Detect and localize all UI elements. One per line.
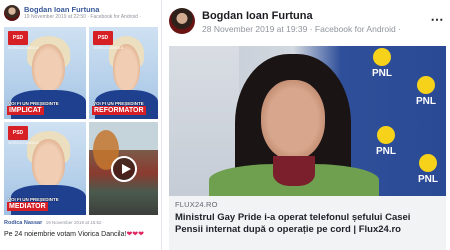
campaign-photo-implicat[interactable]: PSD VIORICA DANCILA VOI FI UN PREȘEDINTE… <box>4 27 86 119</box>
comment-meta[interactable]: 19 November 2019 at 15:52 · <box>46 220 105 225</box>
pnl-logo: PNL <box>369 126 403 166</box>
post-meta[interactable]: 19 November 2019 at 22:50 · Facebook for… <box>24 14 141 20</box>
pnl-logo: PNL <box>411 154 445 194</box>
link-domain: FLUX24.RO <box>175 200 218 209</box>
left-post-header: Bogdan Ioan Furtuna 19 November 2019 at … <box>4 5 160 23</box>
campaign-photo-mediator[interactable]: PSD VIORICA DANCILA VOI FI UN PREȘEDINTE… <box>4 122 86 215</box>
photo-grid: PSD VIORICA DANCILA VOI FI UN PREȘEDINTE… <box>4 27 158 215</box>
comment-text: Pe 24 noiembrie votam Viorica Dancila! <box>4 231 127 238</box>
link-caption[interactable]: FLUX24.RO Ministrul Gay Pride i-a operat… <box>169 196 446 250</box>
play-icon[interactable] <box>110 155 137 182</box>
slogan: IMPLICAT <box>7 106 44 115</box>
candidate-name: VIORICA DANCILA <box>93 46 124 50</box>
comment: Rodica Nassar 19 November 2019 at 15:52 … <box>4 220 160 238</box>
right-post-header: Bogdan Ioan Furtuna 28 November 2019 at … <box>169 8 446 38</box>
author-avatar[interactable] <box>169 8 195 34</box>
psd-logo: PSD <box>8 126 28 140</box>
psd-logo: PSD <box>93 31 113 45</box>
campaign-photo-reformator[interactable]: PSD VIORICA DANCILA VOI FI UN PREȘEDINTE… <box>89 27 158 119</box>
person-face <box>261 80 325 160</box>
pnl-logo: PNL <box>409 76 443 116</box>
slogan: REFORMATOR <box>92 106 146 115</box>
candidate-name: VIORICA DANCILA <box>8 46 39 50</box>
video-thumbnail[interactable] <box>89 122 158 215</box>
link-preview-image[interactable]: PNL PNL PNL PNL <box>169 46 446 196</box>
comment-author[interactable]: Rodica Nassar <box>4 220 42 226</box>
more-options-icon[interactable]: ⋯ <box>431 12 445 28</box>
left-post: Bogdan Ioan Furtuna 19 November 2019 at … <box>0 0 162 250</box>
author-name[interactable]: Bogdan Ioan Furtuna <box>24 5 99 14</box>
heart-icon: ❤❤❤ <box>126 231 145 238</box>
psd-logo: PSD <box>8 31 28 45</box>
author-avatar[interactable] <box>4 5 20 21</box>
candidate-name: VIORICA DANCILA <box>8 141 39 145</box>
pnl-logo: PNL <box>365 48 399 88</box>
author-name[interactable]: Bogdan Ioan Furtuna <box>202 10 313 22</box>
slogan: MEDIATOR <box>7 202 48 211</box>
link-headline[interactable]: Ministrul Gay Pride i-a operat telefonul… <box>175 212 440 236</box>
post-meta[interactable]: 28 November 2019 at 19:39 · Facebook for… <box>202 24 401 34</box>
right-post: Bogdan Ioan Furtuna 28 November 2019 at … <box>165 0 450 250</box>
